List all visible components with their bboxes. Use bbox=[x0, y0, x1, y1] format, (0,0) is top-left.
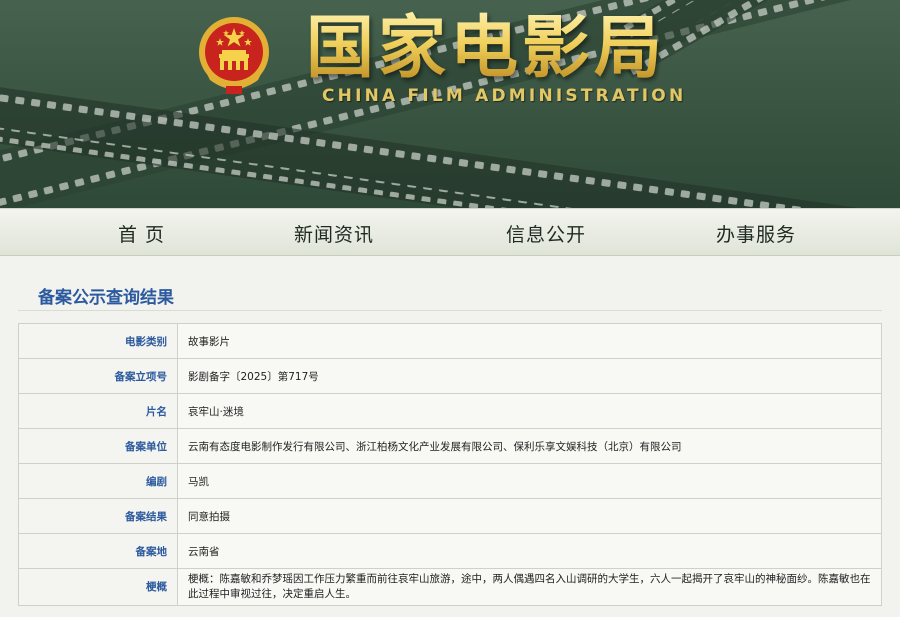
site-title-en: CHINA FILM ADMINISTRATION bbox=[322, 86, 687, 106]
row-label-filing-location: 备案地 bbox=[18, 533, 178, 569]
table-row: 梗概 梗概：陈嘉敏和乔梦瑶因工作压力繁重而前往哀牢山旅游，途中，两人偶遇四名入山… bbox=[18, 568, 882, 606]
site-title-cn: 国家电影局 bbox=[306, 8, 667, 88]
nav-services[interactable]: 办事服务 bbox=[716, 220, 796, 247]
row-label-title: 片名 bbox=[18, 393, 178, 429]
row-label-screenwriter: 编剧 bbox=[18, 463, 178, 499]
row-value-film-category: 故事影片 bbox=[177, 323, 882, 359]
results-title: 备案公示查询结果 bbox=[38, 288, 174, 308]
row-label-filing-unit: 备案单位 bbox=[18, 428, 178, 464]
row-value-synopsis: 梗概：陈嘉敏和乔梦瑶因工作压力繁重而前往哀牢山旅游，途中，两人偶遇四名入山调研的… bbox=[177, 568, 882, 606]
main-nav: 首 页 新闻资讯 信息公开 办事服务 bbox=[0, 208, 900, 256]
nav-news[interactable]: 新闻资讯 bbox=[294, 220, 374, 247]
table-row: 备案结果 同意拍摄 bbox=[18, 498, 882, 534]
table-row: 片名 哀牢山·迷境 bbox=[18, 393, 882, 429]
row-value-filing-number: 影剧备字〔2025〕第717号 bbox=[177, 358, 882, 394]
row-value-screenwriter: 马凯 bbox=[177, 463, 882, 499]
nav-home[interactable]: 首 页 bbox=[118, 220, 165, 247]
row-label-filing-number: 备案立项号 bbox=[18, 358, 178, 394]
table-row: 备案单位 云南有态度电影制作发行有限公司、浙江柏杨文化产业发展有限公司、保利乐享… bbox=[18, 428, 882, 464]
site-banner: 国家电影局 CHINA FILM ADMINISTRATION bbox=[0, 0, 900, 208]
table-row: 编剧 马凯 bbox=[18, 463, 882, 499]
nav-info-disclosure[interactable]: 信息公开 bbox=[506, 220, 586, 247]
row-label-film-category: 电影类别 bbox=[18, 323, 178, 359]
results-divider bbox=[18, 310, 882, 311]
row-label-synopsis: 梗概 bbox=[18, 568, 178, 606]
table-row: 备案地 云南省 bbox=[18, 533, 882, 569]
row-value-filing-result: 同意拍摄 bbox=[177, 498, 882, 534]
filing-info-table: 电影类别 故事影片 备案立项号 影剧备字〔2025〕第717号 片名 哀牢山·迷… bbox=[18, 323, 882, 606]
table-row: 电影类别 故事影片 bbox=[18, 323, 882, 359]
row-value-filing-location: 云南省 bbox=[177, 533, 882, 569]
row-value-title: 哀牢山·迷境 bbox=[177, 393, 882, 429]
national-emblem-icon bbox=[199, 17, 269, 94]
row-value-filing-unit: 云南有态度电影制作发行有限公司、浙江柏杨文化产业发展有限公司、保利乐享文娱科技（… bbox=[177, 428, 882, 464]
table-row: 备案立项号 影剧备字〔2025〕第717号 bbox=[18, 358, 882, 394]
row-label-filing-result: 备案结果 bbox=[18, 498, 178, 534]
